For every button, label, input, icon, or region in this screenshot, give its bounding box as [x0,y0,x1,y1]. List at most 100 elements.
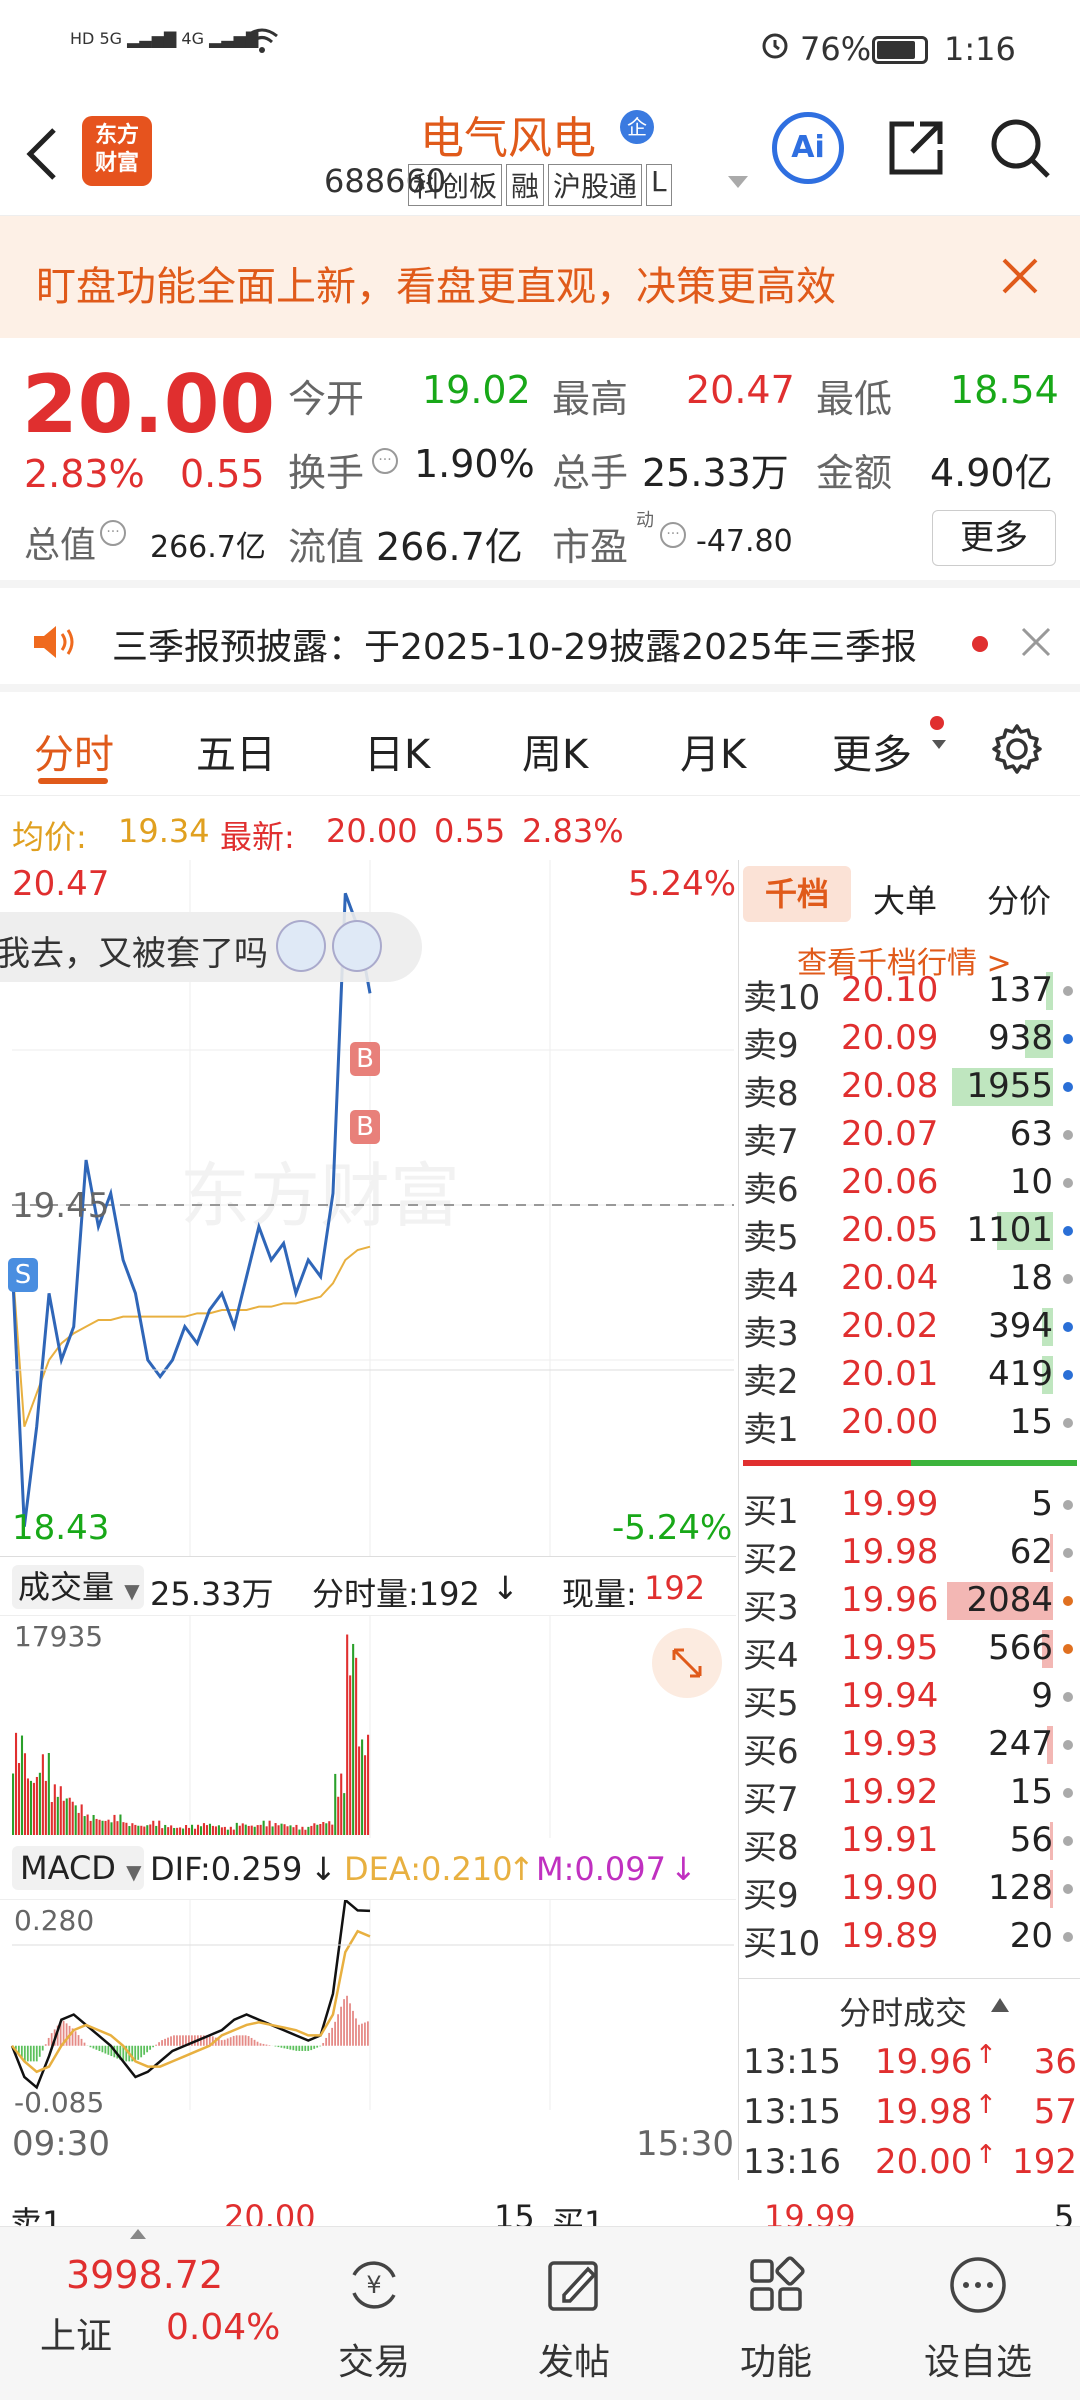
info-icon[interactable]: ··· [100,520,126,546]
sell-row[interactable]: 卖920.09938 [739,1014,1080,1062]
trades-title[interactable]: 分时成交 [839,1988,967,2034]
tab-monthly-k[interactable]: 月K [680,722,746,780]
volume-dropdown-label: 成交量 [18,1568,114,1606]
tab-large-orders[interactable]: 大单 [873,876,937,922]
sell-row[interactable]: 卖620.0610 [739,1158,1080,1206]
buy-row[interactable]: 买819.9156 [739,1816,1080,1864]
share-icon[interactable] [884,116,948,180]
speaker-icon [30,622,80,662]
tags-dropdown-icon[interactable] [728,176,748,188]
sell-row[interactable]: 卖820.081955 [739,1062,1080,1110]
macd-bar [254,2040,256,2046]
index-pct[interactable]: 0.04% [166,2307,280,2348]
tab-intraday[interactable]: 分时 [34,722,114,780]
nav-post[interactable]: 发帖 [474,2227,674,2401]
intraday-chart[interactable]: 东方财富 20.47 5.24% 19.45 18.43 -5.24% 我去，又… [0,860,736,2180]
index-name[interactable]: 上证 [40,2307,112,2359]
high-value: 20.47 [686,368,795,412]
buy-row[interactable]: 买919.90128 [739,1864,1080,1912]
macd-bar [328,2033,330,2046]
buy-row[interactable]: 买1019.8920 [739,1912,1080,1960]
macd-bar [257,2042,259,2046]
buy-marker[interactable]: B [350,1042,380,1076]
tab-price-distribution[interactable]: 分价 [987,876,1051,922]
macd-bar [173,2035,175,2045]
stock-name[interactable]: 电气风电 [420,102,596,166]
current-volume-label: 现量: [562,1569,637,1615]
prev-close-label: 19.45 [12,1186,109,1226]
nav-functions[interactable]: 功能 [676,2227,876,2401]
change-amount: 0.55 [180,452,265,496]
tab-order-depth[interactable]: 千档 [743,866,851,922]
volume-bar [131,1823,133,1835]
comment-bubble[interactable]: 我去，又被套了吗 [0,912,422,982]
change-pct-value: 2.83% [522,812,624,850]
caret-up-icon[interactable] [130,2229,146,2239]
volume-bar [209,1824,211,1835]
search-icon[interactable] [988,116,1052,180]
sell-indicator-dot [1063,1178,1073,1188]
info-icon[interactable]: ··· [660,522,686,548]
buy-row[interactable]: 买319.962084 [739,1576,1080,1624]
sell-price: 20.05 [841,1210,938,1250]
ai-button[interactable]: Ai [772,112,844,184]
tab-active-indicator [38,778,108,784]
buy-row[interactable]: 买719.9215 [739,1768,1080,1816]
macd-bar [343,1999,345,2046]
sell-row[interactable]: 卖420.0418 [739,1254,1080,1302]
sell-level-label: 卖3 [743,1306,799,1355]
wifi-icon [245,26,279,56]
buy-price: 19.89 [841,1916,938,1956]
back-button[interactable] [22,124,62,184]
edit-icon [544,2255,604,2315]
expand-icon[interactable] [652,1628,722,1698]
index-value[interactable]: 3998.72 [66,2253,223,2297]
sell-marker[interactable]: S [8,1258,38,1292]
tab-more[interactable]: 更多 [832,722,912,780]
macd-bar [313,2046,315,2049]
notice-text: 三季报预披露：于2025-10-29披露2025年三季报 [112,618,917,670]
macd-bar [233,2036,235,2046]
sell-row[interactable]: 卖1020.10137 [739,966,1080,1014]
tab-weekly-k[interactable]: 周K [522,722,588,780]
volume-bar [81,1804,83,1835]
trade-row: 13:1519.98↑57 [739,2088,1080,2138]
volume-bar [263,1821,265,1835]
macd-dropdown[interactable]: MACD ▼ [12,1846,144,1890]
volume-bar [176,1828,178,1835]
gear-icon[interactable] [990,722,1044,776]
sell-row[interactable]: 卖720.0763 [739,1110,1080,1158]
volume-bar [301,1827,303,1835]
volume-bar [257,1825,259,1835]
tab-five-day[interactable]: 五日 [196,722,276,780]
open-label: 今开 [288,368,364,423]
volume-bar [254,1827,256,1835]
volume-bars [12,1635,369,1835]
volume-bar [149,1824,151,1835]
close-icon[interactable] [1020,626,1052,658]
buy-marker[interactable]: B [350,1110,380,1144]
y-low-pct-label: -5.24% [612,1508,732,1548]
buy-row[interactable]: 买419.95566 [739,1624,1080,1672]
volume-dropdown[interactable]: 成交量 ▼ [12,1565,144,1609]
volume-bar [170,1825,172,1835]
buy-row[interactable]: 买219.9862 [739,1528,1080,1576]
nav-trade[interactable]: ¥ 交易 [274,2227,474,2401]
sell-row[interactable]: 卖320.02394 [739,1302,1080,1350]
more-button[interactable]: 更多 [932,510,1056,566]
close-icon[interactable] [1000,256,1040,296]
buy-row[interactable]: 买519.949 [739,1672,1080,1720]
sell-row[interactable]: 卖220.01419 [739,1350,1080,1398]
sell-level-label: 卖5 [743,1210,799,1259]
sell-row[interactable]: 卖120.0015 [739,1398,1080,1446]
sell-price: 20.00 [841,1402,938,1442]
buy-row[interactable]: 买619.93247 [739,1720,1080,1768]
promo-banner[interactable]: 盯盘功能全面上新，看盘更直观，决策更高效 [0,216,1080,338]
sell-row[interactable]: 卖520.051101 [739,1206,1080,1254]
tab-daily-k[interactable]: 日K [364,722,430,780]
notice-bar[interactable]: 三季报预披露：于2025-10-29披露2025年三季报 [0,592,1080,692]
info-icon[interactable]: ··· [372,448,398,474]
nav-add-watchlist[interactable]: 设自选 [878,2227,1078,2401]
volume-bar [173,1828,175,1835]
buy-row[interactable]: 买119.995 [739,1480,1080,1528]
